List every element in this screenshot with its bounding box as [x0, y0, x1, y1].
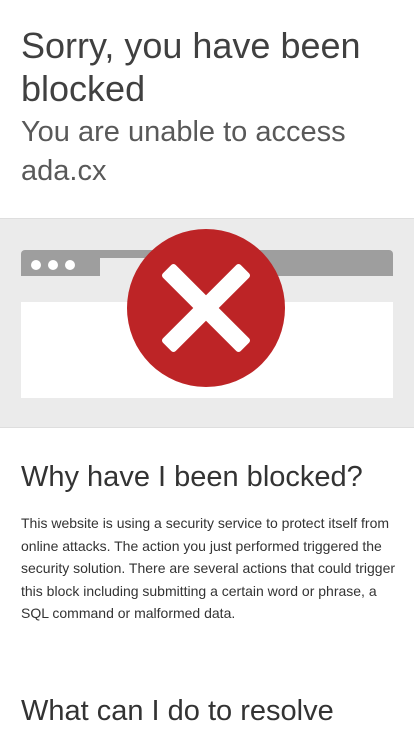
why-blocked-text: This website is using a security service…	[21, 515, 396, 621]
why-blocked-heading: Why have I been blocked?	[21, 461, 363, 493]
blocked-x-icon	[127, 229, 285, 387]
blocked-page: Sorry, you have been blocked You are una…	[0, 0, 414, 736]
page-subtitle: You are unable to access ada.cx	[21, 116, 346, 187]
browser-dot-icon	[48, 260, 58, 270]
browser-dot-icon	[31, 260, 41, 270]
block-illustration	[0, 218, 414, 428]
page-header: Sorry, you have been blocked You are una…	[0, 0, 414, 218]
page-title: Sorry, you have been blocked	[21, 25, 361, 109]
resolve-heading: What can I do to resolve	[21, 695, 334, 727]
browser-dot-icon	[65, 260, 75, 270]
